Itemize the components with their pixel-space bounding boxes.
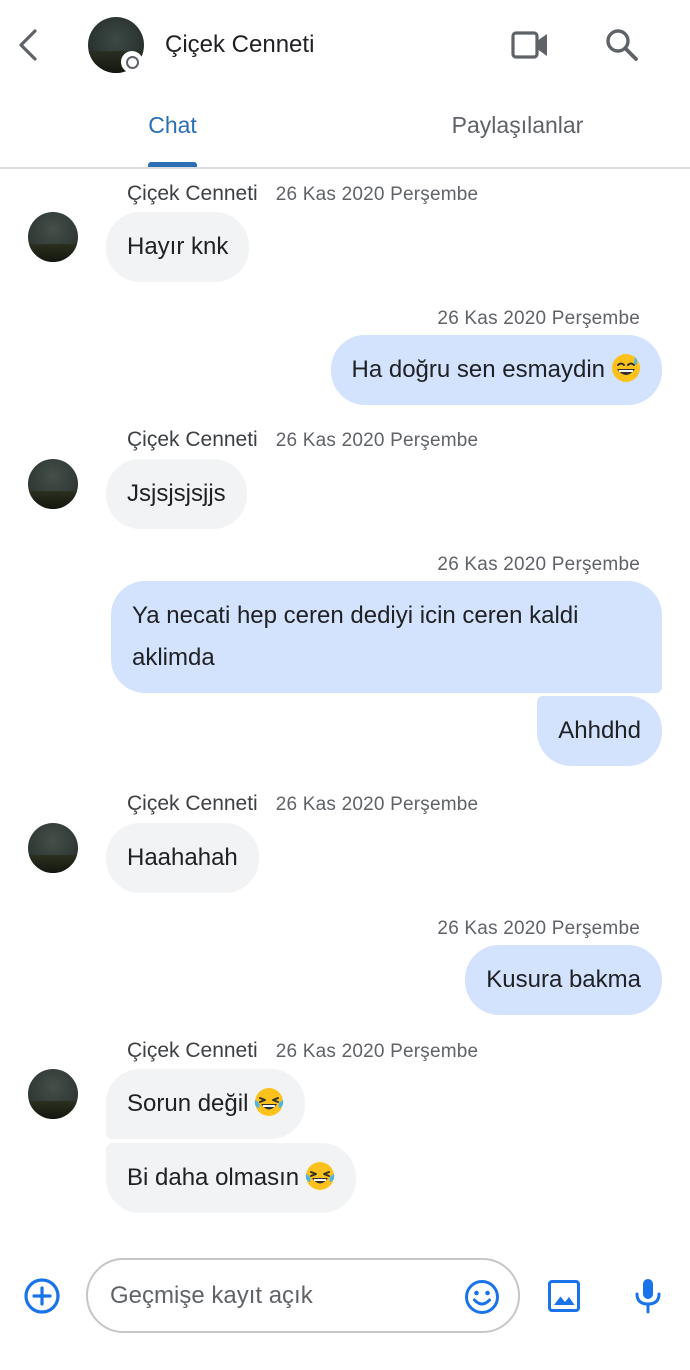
message-bubble-incoming[interactable]: Jsjsjsjsjjs xyxy=(106,459,247,529)
message-text: Hayır knk xyxy=(127,233,229,260)
presence-ring-icon xyxy=(125,55,139,69)
chat-title[interactable]: Çiçek Cenneti xyxy=(165,31,314,59)
message-time: 26 Kas 2020 Perşembe xyxy=(437,918,640,939)
add-attachment-button[interactable] xyxy=(21,1275,63,1317)
add-circle-icon xyxy=(24,1278,60,1314)
sender-avatar[interactable] xyxy=(28,1069,78,1119)
emoji-button[interactable] xyxy=(463,1278,501,1316)
tab-bar: Chat Paylaşılanlar xyxy=(0,90,690,169)
search-icon xyxy=(606,29,638,61)
smiley-icon xyxy=(465,1280,499,1314)
message-bubble-incoming[interactable]: Bi daha olmasın xyxy=(106,1143,357,1213)
message-composer xyxy=(0,1248,690,1370)
sender-avatar[interactable] xyxy=(28,459,78,509)
sender-name: Çiçek Cenneti xyxy=(127,428,258,451)
message-bubble-outgoing[interactable]: Kusura bakma xyxy=(465,945,662,1015)
message-bubble-incoming[interactable]: Haahahah xyxy=(106,823,259,893)
message-time: 26 Kas 2020 Perşembe xyxy=(437,554,640,575)
image-button[interactable] xyxy=(543,1275,585,1317)
message-list[interactable]: Çiçek Cenneti 26 Kas 2020 Perşembe Hayır … xyxy=(0,169,690,1247)
tears-of-joy-emoji xyxy=(305,1161,336,1191)
message-text: Bi daha olmasın xyxy=(127,1164,300,1191)
tears-of-joy-emoji xyxy=(254,1087,285,1117)
message-time: 26 Kas 2020 Perşembe xyxy=(275,1041,479,1062)
message-input-box[interactable] xyxy=(86,1258,520,1333)
sender-avatar[interactable] xyxy=(28,823,78,873)
message-meta: Çiçek Cenneti 26 Kas 2020 Perşembe xyxy=(127,428,478,452)
sender-name: Çiçek Cenneti xyxy=(127,182,258,205)
message-input[interactable] xyxy=(110,1278,450,1314)
message-bubble-incoming[interactable]: Hayır knk xyxy=(106,212,250,282)
message-meta: Çiçek Cenneti 26 Kas 2020 Perşembe xyxy=(127,182,478,206)
message-time: 26 Kas 2020 Perşembe xyxy=(437,308,640,329)
message-time: 26 Kas 2020 Perşembe xyxy=(275,794,479,815)
image-icon xyxy=(548,1280,580,1312)
message-bubble-incoming[interactable]: Sorun değil xyxy=(106,1069,306,1139)
message-text: Ahhdhd xyxy=(558,717,641,744)
tab-chat[interactable]: Chat xyxy=(0,90,345,167)
active-tab-indicator xyxy=(148,162,197,167)
sender-avatar[interactable] xyxy=(28,212,78,262)
message-bubble-outgoing[interactable]: Ha doğru sen esmaydin xyxy=(330,335,662,405)
search-button[interactable] xyxy=(600,24,644,66)
message-text: Ha doğru sen esmaydin xyxy=(351,356,605,383)
message-text: Kusura bakma xyxy=(486,966,641,993)
presence-indicator xyxy=(121,51,143,73)
message-text: Sorun değil xyxy=(127,1090,249,1117)
message-text: Ya necati hep ceren dediyi icin ceren ka… xyxy=(132,602,579,671)
tab-shared[interactable]: Paylaşılanlar xyxy=(345,90,690,167)
sender-name: Çiçek Cenneti xyxy=(127,792,258,815)
message-text: Jsjsjsjsjjs xyxy=(127,480,226,507)
microphone-icon xyxy=(635,1279,661,1314)
message-bubble-outgoing[interactable]: Ya necati hep ceren dediyi icin ceren ka… xyxy=(111,581,662,693)
chat-header: Çiçek Cenneti xyxy=(0,0,690,90)
message-time: 26 Kas 2020 Perşembe xyxy=(275,184,479,205)
video-call-button[interactable] xyxy=(508,24,552,66)
video-camera-icon xyxy=(511,31,547,59)
sender-name: Çiçek Cenneti xyxy=(127,1039,258,1062)
back-button[interactable] xyxy=(10,24,46,66)
message-meta: Çiçek Cenneti 26 Kas 2020 Perşembe xyxy=(127,792,478,816)
message-bubble-outgoing[interactable]: Ahhdhd xyxy=(537,696,662,766)
grinning-sweat-emoji xyxy=(611,353,641,383)
message-time: 26 Kas 2020 Perşembe xyxy=(275,430,479,451)
arrow-back-icon xyxy=(19,29,37,61)
microphone-button[interactable] xyxy=(628,1275,668,1317)
message-meta: Çiçek Cenneti 26 Kas 2020 Perşembe xyxy=(127,1039,478,1063)
message-text: Haahahah xyxy=(127,844,238,871)
